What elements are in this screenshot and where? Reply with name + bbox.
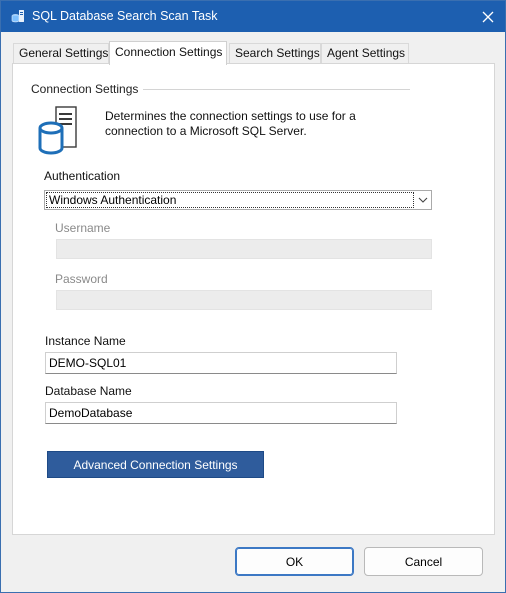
tab-connection-settings[interactable]: Connection Settings <box>109 41 227 65</box>
tab-search-settings[interactable]: Search Settings <box>229 43 321 64</box>
ok-button[interactable]: OK <box>235 547 354 576</box>
tab-general-settings[interactable]: General Settings <box>13 43 109 64</box>
database-name-label: Database Name <box>45 384 132 398</box>
window-title: SQL Database Search Scan Task <box>32 9 218 23</box>
dialog-window: SQL Database Search Scan Task General Se… <box>0 0 506 593</box>
connection-settings-panel: Connection Settings Determines the conne… <box>12 63 495 535</box>
title-bar[interactable]: SQL Database Search Scan Task <box>1 1 505 32</box>
close-icon <box>482 11 494 22</box>
advanced-connection-settings-button[interactable]: Advanced Connection Settings <box>47 451 264 478</box>
tab-agent-settings[interactable]: Agent Settings <box>321 43 409 64</box>
instance-name-label: Instance Name <box>45 334 126 348</box>
group-title: Connection Settings <box>31 82 139 96</box>
authentication-select-value: Windows Authentication <box>46 192 414 208</box>
authentication-select[interactable]: Windows Authentication <box>44 190 432 210</box>
authentication-label: Authentication <box>44 169 121 183</box>
cancel-button[interactable]: Cancel <box>364 547 483 576</box>
instance-name-field[interactable]: DEMO-SQL01 <box>45 352 397 374</box>
chevron-down-icon <box>418 197 428 203</box>
username-label: Username <box>55 221 111 235</box>
connection-description: Determines the connection settings to us… <box>105 109 356 138</box>
username-field[interactable] <box>56 239 432 259</box>
database-server-icon <box>38 106 77 155</box>
password-label: Password <box>55 272 108 286</box>
app-icon <box>11 10 24 23</box>
database-name-field[interactable]: DemoDatabase <box>45 402 397 424</box>
password-field[interactable] <box>56 290 432 310</box>
close-button[interactable] <box>471 1 505 32</box>
group-divider <box>143 89 410 90</box>
